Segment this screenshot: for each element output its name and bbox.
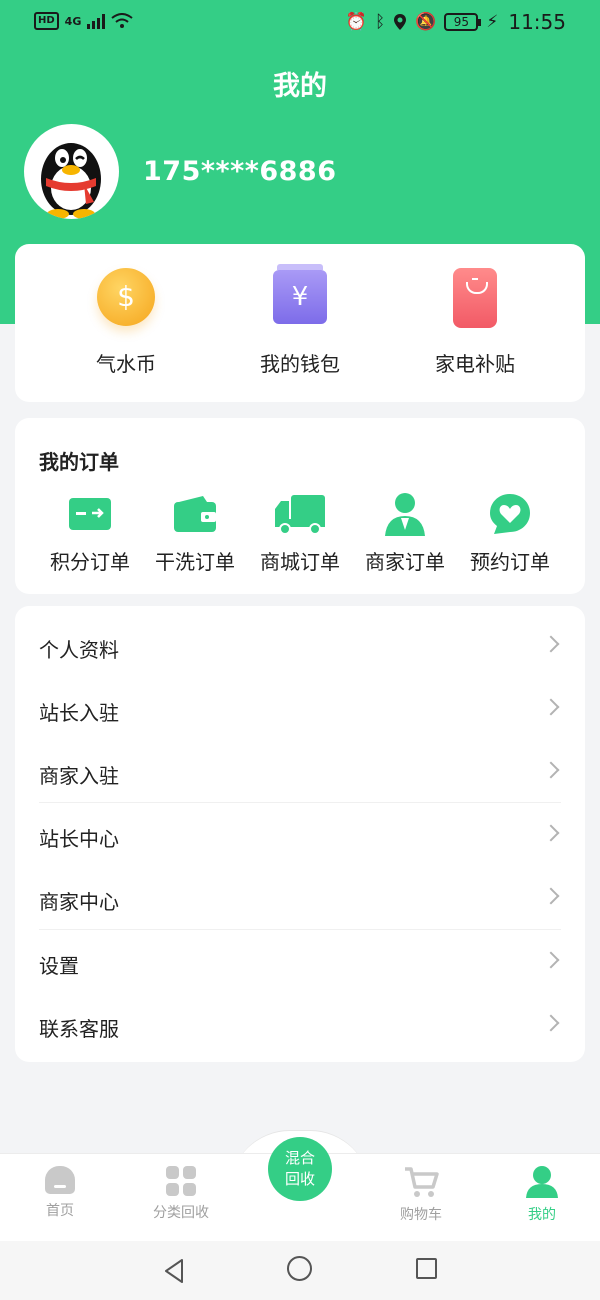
divider bbox=[39, 929, 561, 930]
chevron-right-icon bbox=[542, 887, 560, 905]
user-phone: 175****6886 bbox=[143, 156, 337, 187]
red-packet-icon bbox=[453, 268, 497, 328]
chevron-right-icon bbox=[542, 761, 560, 779]
nav-tab-cart[interactable]: 购物车 bbox=[366, 1166, 476, 1224]
wallet-item-label: 家电补贴 bbox=[435, 352, 515, 376]
menu-item-merchant-join[interactable]: 商家入驻 bbox=[15, 742, 585, 805]
status-right: ⏰ ᛒ 🔕 95 ⚡ 11:55 bbox=[346, 10, 566, 34]
menu-item-label: 个人资料 bbox=[39, 638, 119, 662]
recent-apps-icon[interactable] bbox=[416, 1258, 437, 1279]
menu-item-label: 联系客服 bbox=[39, 1017, 119, 1041]
nav-tab-label: 首页 bbox=[46, 1203, 74, 1219]
person-icon bbox=[487, 1166, 597, 1198]
menu-item-label: 设置 bbox=[39, 954, 79, 978]
home-circle-icon[interactable] bbox=[287, 1256, 312, 1281]
order-item-mall[interactable]: 商城订单 bbox=[250, 492, 350, 575]
wifi-icon bbox=[111, 13, 133, 28]
nav-tab-category-recycle[interactable]: 分类回收 bbox=[126, 1166, 236, 1222]
orders-card: 我的订单 积分订单 干洗订单 商城订单 商家订单 预约订单 bbox=[15, 418, 585, 594]
menu-item-contact-support[interactable]: 联系客服 bbox=[15, 995, 585, 1058]
coin-icon: $ bbox=[97, 268, 155, 326]
chevron-right-icon bbox=[542, 824, 560, 842]
menu-item-settings[interactable]: 设置 bbox=[15, 932, 585, 995]
status-bar: HD 4G ⏰ ᛒ 🔕 95 ⚡ 11:55 bbox=[0, 0, 600, 46]
order-item-points[interactable]: 积分订单 bbox=[40, 492, 140, 575]
order-item-label: 干洗订单 bbox=[155, 550, 235, 574]
wallet-item-coins[interactable]: $ 气水币 bbox=[36, 268, 216, 377]
menu-card: 个人资料 站长入驻 商家入驻 站长中心 商家中心 设置 联系客服 bbox=[15, 606, 585, 1062]
heart-chat-icon bbox=[460, 492, 560, 536]
signal-icon bbox=[87, 13, 106, 29]
cart-icon bbox=[366, 1166, 476, 1198]
wallet-card: $ 气水币 ¥ 我的钱包 家电补贴 bbox=[15, 244, 585, 402]
divider bbox=[39, 802, 561, 803]
card-icon bbox=[40, 492, 140, 536]
network-type: 4G bbox=[64, 14, 82, 28]
wallet-item-wallet[interactable]: ¥ 我的钱包 bbox=[210, 264, 390, 377]
wallet-icon: ¥ bbox=[273, 264, 327, 324]
menu-item-label: 商家中心 bbox=[39, 890, 119, 914]
battery-icon: 95 bbox=[444, 13, 482, 31]
center-button-line1: 混合 bbox=[284, 1149, 315, 1167]
order-item-appointment[interactable]: 预约订单 bbox=[460, 492, 560, 575]
person-icon bbox=[355, 492, 455, 536]
alarm-icon: ⏰ bbox=[345, 12, 368, 32]
mixed-recycle-button[interactable]: 混合 回收 bbox=[268, 1137, 332, 1201]
grid-icon bbox=[166, 1166, 196, 1196]
wallet-item-label: 我的钱包 bbox=[260, 352, 340, 376]
order-item-label: 商家订单 bbox=[365, 550, 445, 574]
center-button-line2: 回收 bbox=[284, 1170, 315, 1188]
menu-item-label: 商家入驻 bbox=[39, 764, 119, 788]
wallet-icon bbox=[145, 492, 245, 536]
menu-item-label: 站长入驻 bbox=[39, 701, 119, 725]
menu-item-profile[interactable]: 个人资料 bbox=[15, 616, 585, 679]
nav-tab-label: 购物车 bbox=[400, 1207, 442, 1223]
location-icon bbox=[394, 14, 407, 30]
orders-title: 我的订单 bbox=[39, 450, 119, 474]
truck-icon bbox=[250, 492, 350, 536]
chevron-right-icon bbox=[542, 698, 560, 716]
nav-tab-label: 我的 bbox=[528, 1207, 556, 1223]
chevron-right-icon bbox=[542, 1014, 560, 1032]
charging-icon: ⚡ bbox=[486, 12, 499, 32]
nav-tab-label: 分类回收 bbox=[153, 1205, 209, 1221]
clock: 11:55 bbox=[508, 10, 566, 34]
order-item-merchant[interactable]: 商家订单 bbox=[355, 492, 455, 575]
hd-badge: HD bbox=[34, 12, 59, 30]
wallet-item-label: 气水币 bbox=[96, 352, 156, 376]
nav-tab-mine[interactable]: 我的 bbox=[487, 1166, 597, 1224]
order-item-label: 积分订单 bbox=[50, 550, 130, 574]
mute-icon: 🔕 bbox=[415, 12, 437, 32]
order-item-dryclean[interactable]: 干洗订单 bbox=[145, 492, 245, 575]
menu-item-station-join[interactable]: 站长入驻 bbox=[15, 679, 585, 742]
wallet-item-subsidy[interactable]: 家电补贴 bbox=[385, 268, 565, 377]
penguin-avatar-icon bbox=[41, 143, 101, 219]
bluetooth-icon: ᛒ bbox=[375, 12, 386, 32]
order-item-label: 商城订单 bbox=[260, 550, 340, 574]
order-item-label: 预约订单 bbox=[470, 550, 550, 574]
menu-item-merchant-center[interactable]: 商家中心 bbox=[15, 868, 585, 931]
system-nav-bar bbox=[0, 1241, 600, 1300]
avatar[interactable] bbox=[24, 124, 119, 219]
chevron-right-icon bbox=[542, 951, 560, 969]
chevron-right-icon bbox=[542, 635, 560, 653]
nav-tab-home[interactable]: 首页 bbox=[5, 1166, 115, 1220]
back-icon[interactable] bbox=[163, 1258, 185, 1284]
menu-item-station-center[interactable]: 站长中心 bbox=[15, 805, 585, 868]
page-title: 我的 bbox=[273, 71, 327, 102]
status-left: HD 4G bbox=[34, 12, 133, 30]
menu-item-label: 站长中心 bbox=[39, 827, 119, 851]
home-icon bbox=[45, 1166, 75, 1194]
